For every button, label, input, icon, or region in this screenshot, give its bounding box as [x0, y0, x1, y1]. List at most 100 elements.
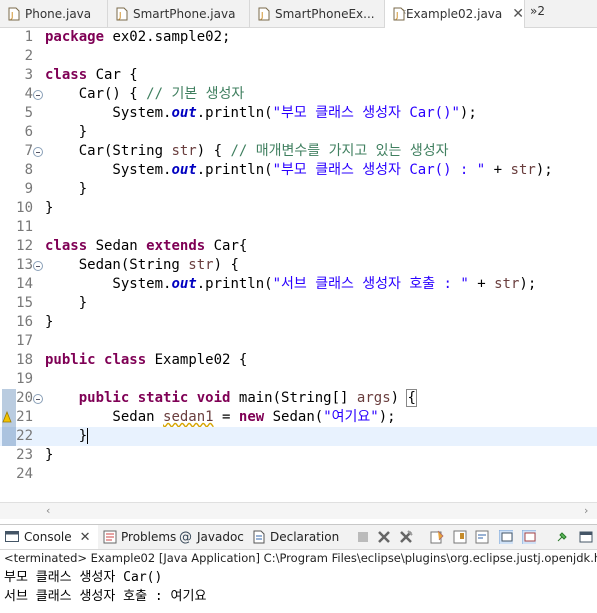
code-line: 7 Car(String str) { // 매개변수를 가지고 있는 생성자 — [0, 142, 597, 161]
code-line: 15 } — [0, 294, 597, 313]
tab-example02-java[interactable]: J *Example02.java ✕ — [385, 0, 525, 28]
svg-text:J: J — [395, 11, 398, 20]
terminate-icon[interactable] — [356, 530, 370, 544]
java-file-icon: J — [8, 7, 20, 21]
code-line: 1 package ex02.sample02; — [0, 28, 597, 47]
line-number: 5 — [24, 105, 33, 121]
code-text: } — [45, 314, 54, 330]
tab-javadoc[interactable]: @ Javadoc — [179, 525, 244, 549]
tab-phone-java[interactable]: J Phone.java — [0, 0, 108, 27]
fold-toggle-icon[interactable] — [33, 90, 43, 100]
code-text: Sedan(String — [45, 257, 189, 273]
close-icon[interactable]: ✕ — [512, 6, 524, 22]
tab-label: Declaration — [270, 530, 340, 544]
tab-declaration[interactable]: Declaration — [252, 525, 339, 549]
keyword: class — [45, 67, 88, 83]
scroll-lock-icon[interactable] — [453, 530, 467, 544]
code-text: Car() { — [45, 86, 147, 102]
svg-text:J: J — [10, 11, 13, 20]
tab-overflow-button[interactable]: »2 — [530, 4, 545, 18]
keyword: new — [238, 409, 265, 425]
show-on-stdout-icon[interactable] — [499, 530, 513, 544]
tab-console[interactable]: Console ✕ — [0, 525, 98, 549]
text-cursor — [87, 428, 89, 444]
code-text: Sedan — [87, 238, 147, 254]
code-line: 8 System.out.println("부모 클래스 생성자 Car() :… — [0, 161, 597, 180]
tab-label: *Example02.java — [399, 7, 503, 21]
string-literal: "부모 클래스 생성자 Car()" — [272, 105, 460, 121]
line-number: 20 — [16, 390, 33, 406]
pin-console-icon[interactable] — [555, 530, 569, 544]
code-text: .println( — [196, 105, 273, 121]
console-icon — [5, 531, 19, 542]
code-text: } — [45, 124, 88, 140]
code-line: 23} — [0, 446, 597, 465]
bracket-match: { — [406, 389, 417, 407]
line-number: 17 — [16, 333, 33, 349]
fold-toggle-icon[interactable] — [33, 394, 43, 404]
code-line: 12 class Sedan extends Car{ — [0, 237, 597, 256]
tab-label: Problems — [121, 530, 177, 544]
keyword: void — [196, 390, 231, 406]
code-text: } — [45, 295, 88, 311]
fold-toggle-icon[interactable] — [33, 147, 43, 157]
line-number: 11 — [16, 219, 33, 235]
code-text: + — [485, 162, 511, 178]
line-number: 6 — [24, 124, 33, 140]
code-text: Example02 { — [146, 352, 248, 368]
line-number: 8 — [24, 162, 33, 178]
unused-variable: sedan1 — [163, 409, 214, 425]
line-number: 9 — [24, 181, 33, 197]
code-line: 4 Car() { // 기본 생성자 — [0, 85, 597, 104]
code-text: } — [45, 447, 54, 463]
variable: str — [510, 162, 536, 178]
current-code-line: 22 } — [0, 427, 597, 446]
comment: // 기본 생성자 — [146, 86, 245, 102]
line-number: 2 — [24, 48, 33, 64]
comment: // 매개변수를 가지고 있는 생성자 — [230, 143, 449, 159]
code-editor[interactable]: 1 package ex02.sample02; 2 3 class Car { 4… — [0, 28, 597, 503]
word-wrap-icon[interactable] — [475, 530, 489, 544]
tab-label: SmartPhoneEx... — [275, 6, 375, 21]
console-output-line: 서브 클래스 생성자 호출 : 여기요 — [4, 589, 207, 604]
keyword: public — [45, 352, 96, 368]
code-line: 17 — [0, 332, 597, 351]
open-console-icon[interactable] — [579, 530, 593, 544]
line-number: 24 — [16, 466, 33, 482]
declaration-icon — [253, 530, 265, 544]
code-line: 16} — [0, 313, 597, 332]
horizontal-scrollbar[interactable]: ‹ › — [0, 502, 597, 519]
tab-problems[interactable]: Problems — [100, 525, 176, 549]
keyword: extends — [146, 238, 206, 254]
code-text: ) { — [196, 143, 231, 159]
fold-toggle-icon[interactable] — [33, 261, 43, 271]
field: out — [171, 162, 197, 178]
scroll-left-icon[interactable]: ‹ — [46, 504, 50, 517]
code-line: 11 — [0, 218, 597, 237]
keyword: package — [45, 29, 105, 45]
line-number: 13 — [16, 257, 33, 273]
line-number: 14 — [16, 276, 33, 292]
javadoc-icon: @ — [179, 529, 192, 545]
show-on-stderr-icon[interactable] — [522, 530, 536, 544]
code-text: ) — [390, 390, 408, 406]
code-text: Car(String — [45, 143, 172, 159]
scroll-right-icon[interactable]: › — [584, 504, 588, 517]
code-text: ); — [535, 162, 553, 178]
code-text: ); — [519, 276, 537, 292]
remove-launch-icon[interactable] — [377, 530, 391, 544]
remove-all-terminated-icon[interactable] — [399, 530, 413, 544]
tab-smartphone-java[interactable]: J SmartPhone.java — [108, 0, 250, 27]
string-literal: "여기요" — [323, 409, 379, 425]
close-icon[interactable]: ✕ — [80, 530, 91, 545]
tab-smartphoneex-java[interactable]: J SmartPhoneEx... — [250, 0, 385, 27]
java-file-icon: J — [393, 7, 405, 21]
line-number: 3 — [24, 67, 33, 83]
line-number: 10 — [16, 200, 33, 216]
clear-console-icon[interactable] — [430, 530, 444, 544]
code-line: 18 public class Example02 { — [0, 351, 597, 370]
code-line: 21 Sedan sedan1 = new Sedan("여기요"); — [0, 408, 597, 427]
line-number: 16 — [16, 314, 33, 330]
java-file-icon: J — [116, 7, 128, 21]
code-text: } — [45, 200, 54, 216]
